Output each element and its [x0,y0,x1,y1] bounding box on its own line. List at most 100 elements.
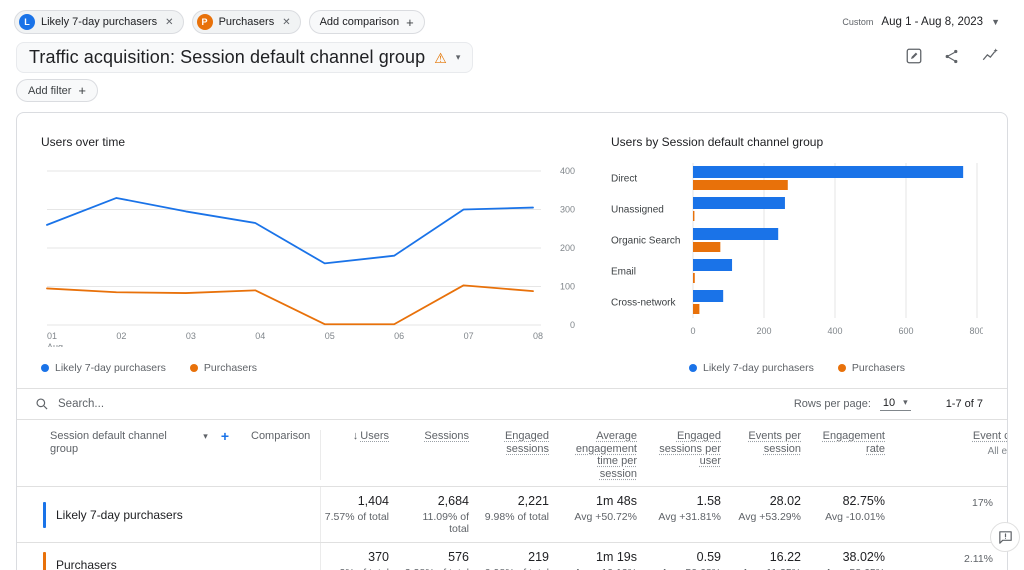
close-icon[interactable]: ✕ [282,17,290,28]
metric-subtext: 17% [897,497,993,509]
metric-cell: 2190.98% of total [481,543,561,570]
comparison-accent-bar [43,552,46,570]
metric-subtext: Avg -10.01% [813,511,885,523]
svg-text:0: 0 [690,326,695,336]
svg-text:200: 200 [756,326,771,336]
svg-text:400: 400 [560,166,575,176]
metric-cell: 3702% of total [321,543,401,570]
metric-cell: 5762.38% of total [401,543,481,570]
legend-item: Purchasers [838,362,905,374]
metric-value: 2,684 [401,494,469,508]
topbar: L Likely 7-day purchasers ✕ P Purchasers… [0,0,1024,40]
add-dimension-icon[interactable]: + [221,430,229,443]
metric-subtext: 7.57% of total [321,511,389,523]
svg-text:400: 400 [827,326,842,336]
rows-per-page-value: 10 [883,397,895,409]
metric-subtext: 2.11% [897,553,993,565]
legend-dot-orange [838,364,846,372]
metric-value: 82.75% [813,494,885,508]
add-comparison-button[interactable]: Add comparison + [309,10,425,34]
insights-button[interactable] [980,47,1000,68]
svg-text:Email: Email [611,267,636,278]
table-body: Likely 7-day purchasers1,4047.57% of tot… [17,486,1007,570]
metric-cell: 16.22Avg -11.25% [733,543,813,570]
svg-text:100: 100 [560,282,575,292]
column-label: Average engagement time per session [576,430,637,480]
dimension-header-label: Session default channel group [50,430,196,455]
metric-cell: 28.02 Avg +53.29% [733,487,813,542]
metric-cell: 2,68411.09% of total [401,487,481,542]
chart-legend: Likely 7-day purchasers Purchasers [41,362,586,374]
column-header-channel-group[interactable]: Session default channel group ▾ + [17,430,241,480]
metric-cell: 0.59Avg -50.68% [649,543,733,570]
metric-subtext: Avg +50.72% [561,511,637,523]
legend-item: Likely 7-day purchasers [41,362,166,374]
legend-dot-blue [689,364,697,372]
legend-label: Purchasers [852,362,905,374]
column-header-engagement-rate[interactable]: Engagement rate [813,430,897,480]
metric-subtext: Avg +31.81% [649,511,721,523]
svg-text:03: 03 [186,331,196,341]
close-icon[interactable]: ✕ [165,17,173,28]
table-row[interactable]: Likely 7-day purchasers1,4047.57% of tot… [17,486,1007,542]
add-comparison-label: Add comparison [320,16,400,28]
report-title-dropdown[interactable]: Traffic acquisition: Session default cha… [16,42,473,73]
column-label: Event count [973,430,1008,442]
legend-label: Purchasers [204,362,257,374]
metric-cell: 2,2219.98% of total [481,487,561,542]
svg-text:01Aug: 01Aug [47,331,63,347]
svg-text:Cross-network: Cross-network [611,298,676,309]
metric-value: 1m 19s [561,550,637,564]
line-chart-plot: 010020030040001Aug02030405060708 [41,157,586,347]
share-icon [943,48,960,68]
metric-value: 370 [321,550,389,564]
metric-value: 0.59 [649,550,721,564]
charts-row: Users over time 010020030040001Aug020304… [17,113,1007,388]
metric-value: 28.02 [733,494,801,508]
svg-text:02: 02 [116,331,126,341]
svg-text:300: 300 [560,205,575,215]
column-header-event-count[interactable]: Event count All events [897,430,1008,480]
add-filter-button[interactable]: Add filter + [16,79,98,102]
metric-value: 219 [481,550,549,564]
column-header-events-per-session[interactable]: Events per session [733,430,813,480]
edit-icon [905,47,923,68]
comparison-chip-likely-purchasers[interactable]: L Likely 7-day purchasers ✕ [14,10,184,34]
report-actions [905,47,1000,68]
table-header-row: Session default channel group ▾ + Compar… [17,419,1007,486]
plus-icon: + [78,83,86,98]
metric-value: 1.58 [649,494,721,508]
date-range-picker[interactable]: Custom Aug 1 - Aug 8, 2023 ▼ [842,16,1000,28]
filter-row: Add filter + [0,75,1024,112]
metric-cell: 1.58 Avg +31.81% [649,487,733,542]
metric-value: 1,404 [321,494,389,508]
column-header-sessions[interactable]: Sessions [401,430,481,480]
svg-text:Organic Search: Organic Search [611,236,680,247]
column-header-engaged-sessions-per-user[interactable]: Engaged sessions per user [649,430,733,480]
comparison-accent-bar [43,502,46,528]
column-label: Engaged sessions per user [659,430,721,467]
legend-label: Likely 7-day purchasers [55,362,166,374]
svg-text:Direct: Direct [611,174,637,185]
column-header-users[interactable]: ↓Users [321,430,401,480]
metric-cell: 38.02%Avg -58.65% [813,543,897,570]
share-report-button[interactable] [943,48,960,68]
comparison-chip-purchasers[interactable]: P Purchasers ✕ [192,10,301,34]
chart-title: Users by Session default channel group [611,135,983,149]
column-header-avg-engagement-time[interactable]: Average engagement time per session [561,430,649,480]
edit-report-button[interactable] [905,47,923,68]
insights-icon [980,47,1000,68]
rows-per-page-label: Rows per page: [794,398,871,410]
search-input[interactable] [58,398,278,410]
feedback-button[interactable] [990,522,1020,552]
metric-subtext: Avg +53.29% [733,511,801,523]
page-title: Traffic acquisition: Session default cha… [29,47,425,68]
legend-dot-orange [190,364,198,372]
column-header-engaged-sessions[interactable]: Engaged sessions [481,430,561,480]
legend-item: Likely 7-day purchasers [689,362,814,374]
table-row[interactable]: Purchasers3702% of total5762.38% of tota… [17,542,1007,570]
column-label: Engaged sessions [505,430,549,455]
pagination-status: 1-7 of 7 [946,398,983,410]
comparison-chip-label: Purchasers [219,16,275,28]
rows-per-page-select[interactable]: 10 ▾ [880,397,911,411]
